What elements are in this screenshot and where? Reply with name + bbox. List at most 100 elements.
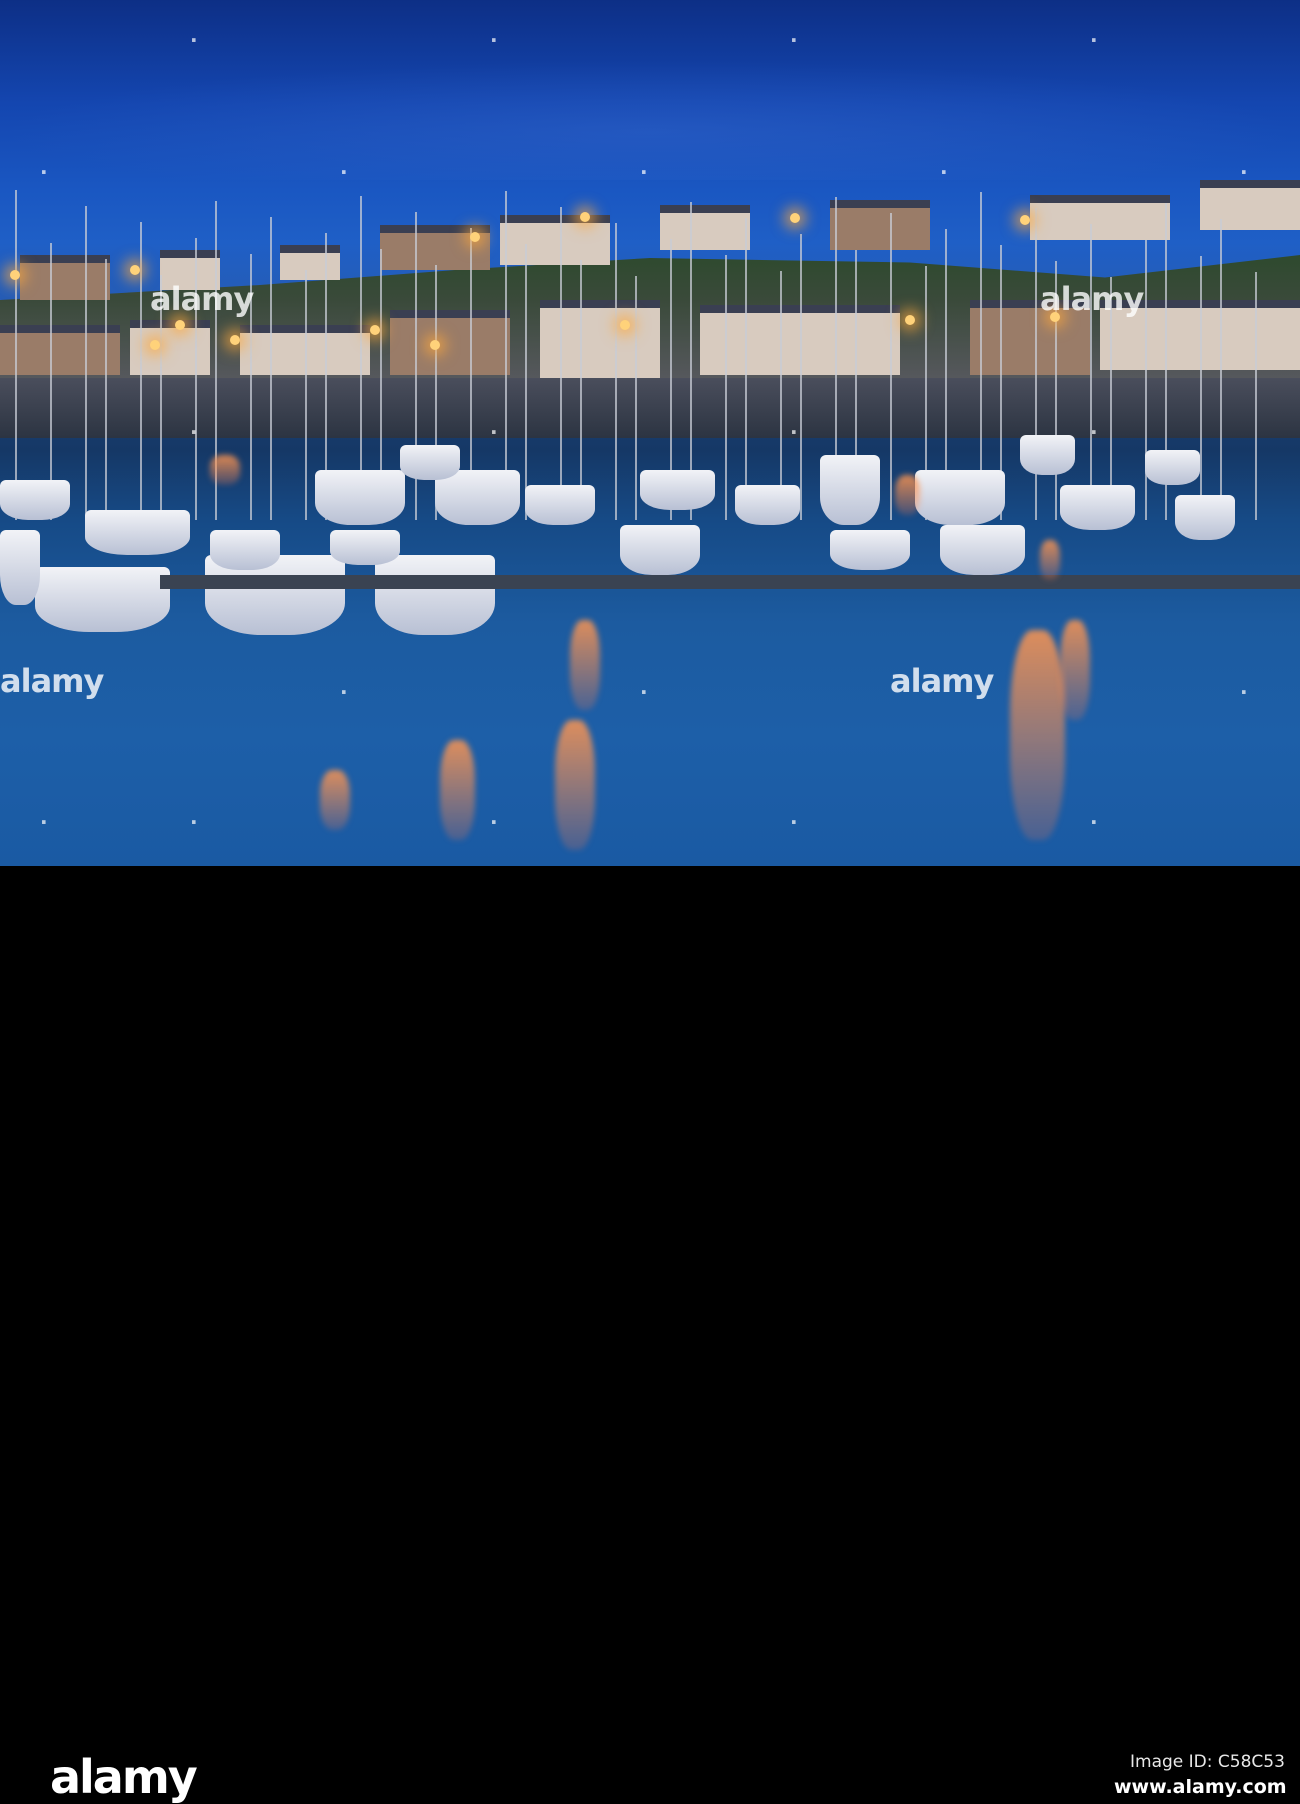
boat [330, 530, 400, 565]
boat [820, 455, 880, 525]
watermark-mark: ⋅ [190, 420, 198, 444]
boat [0, 530, 40, 605]
house [830, 200, 930, 250]
mast [50, 243, 52, 520]
mast [140, 222, 142, 520]
street-light [430, 340, 440, 350]
street-light [370, 325, 380, 335]
watermark-mark: ⋅ [190, 28, 198, 52]
watermark-right: alamy [890, 662, 994, 700]
boat [1175, 495, 1235, 540]
mast [725, 255, 727, 520]
house [1200, 180, 1300, 230]
mast [305, 270, 307, 520]
mast [615, 223, 617, 520]
mast [270, 217, 272, 520]
watermark-mark: ⋅ [790, 810, 798, 834]
mast [1090, 224, 1092, 520]
watermark-mark: ⋅ [790, 420, 798, 444]
house [390, 310, 510, 375]
mast [1255, 272, 1257, 520]
boat [85, 510, 190, 555]
reflection [210, 455, 240, 485]
alamy-logo: alamy [50, 1750, 198, 1804]
mast [580, 260, 582, 520]
boat [1145, 450, 1200, 485]
boat [375, 555, 495, 635]
pontoon [160, 575, 1300, 589]
boat [35, 567, 170, 632]
mast [15, 190, 17, 520]
house [540, 300, 660, 380]
boat [915, 470, 1005, 525]
boat [1020, 435, 1075, 475]
watermark-mark: ⋅ [1090, 28, 1098, 52]
watermark-mark: ⋅ [1240, 160, 1248, 184]
mast [85, 206, 87, 520]
watermark-mark: ⋅ [190, 810, 198, 834]
watermark-mark: ⋅ [40, 160, 48, 184]
watermark-mark: ⋅ [1090, 420, 1098, 444]
watermark-mark: ⋅ [490, 810, 498, 834]
mast [525, 244, 527, 520]
street-light [130, 265, 140, 275]
site-url: www.alamy.com [1114, 1776, 1287, 1798]
street-light [905, 315, 915, 325]
house [0, 325, 120, 375]
boat [735, 485, 800, 525]
street-light [1020, 215, 1030, 225]
reflection [1040, 540, 1060, 580]
street-light [790, 213, 800, 223]
mast [1145, 240, 1147, 520]
boat [940, 525, 1025, 575]
boat [0, 480, 70, 520]
mast [635, 276, 637, 520]
watermark-mark: ⋅ [40, 810, 48, 834]
boat [400, 445, 460, 480]
image-id: Image ID: C58C53 [1130, 1752, 1285, 1772]
watermark-mark: ⋅ [340, 680, 348, 704]
boat [525, 485, 595, 525]
mast [1200, 256, 1202, 520]
mast [105, 259, 107, 520]
footer-bar: alamy Image ID: C58C53 www.alamy.com [0, 866, 1300, 1804]
reflection [555, 720, 595, 850]
street-light [580, 212, 590, 222]
boat [640, 470, 715, 510]
reflection [440, 740, 475, 840]
reflection [320, 770, 350, 830]
watermark-mark: ⋅ [490, 28, 498, 52]
boat [620, 525, 700, 575]
watermark-left: alamy [0, 662, 104, 700]
house [280, 245, 340, 280]
house [660, 205, 750, 250]
reflection [570, 620, 600, 710]
mast [745, 218, 747, 520]
watermark-mark: ⋅ [790, 28, 798, 52]
mast [560, 207, 562, 520]
sky [0, 60, 1300, 180]
house [130, 320, 210, 375]
watermark-mark: ⋅ [640, 680, 648, 704]
boat [435, 470, 520, 525]
watermark-mark: ⋅ [640, 160, 648, 184]
boat [210, 530, 280, 570]
watermark-top-right: alamy [1040, 280, 1144, 318]
watermark-mark: ⋅ [340, 160, 348, 184]
street-light [150, 340, 160, 350]
watermark-mark: ⋅ [1090, 810, 1098, 834]
mast [780, 271, 782, 520]
watermark-mark: ⋅ [490, 420, 498, 444]
street-light [10, 270, 20, 280]
mast [1220, 219, 1222, 520]
reflection [895, 475, 920, 515]
street-light [175, 320, 185, 330]
mast [890, 213, 892, 520]
watermark-mark: ⋅ [1240, 680, 1248, 704]
reflection [1060, 620, 1090, 720]
street-light [470, 232, 480, 242]
mast [800, 234, 802, 520]
house [500, 215, 610, 265]
house [1030, 195, 1170, 240]
street-light [230, 335, 240, 345]
